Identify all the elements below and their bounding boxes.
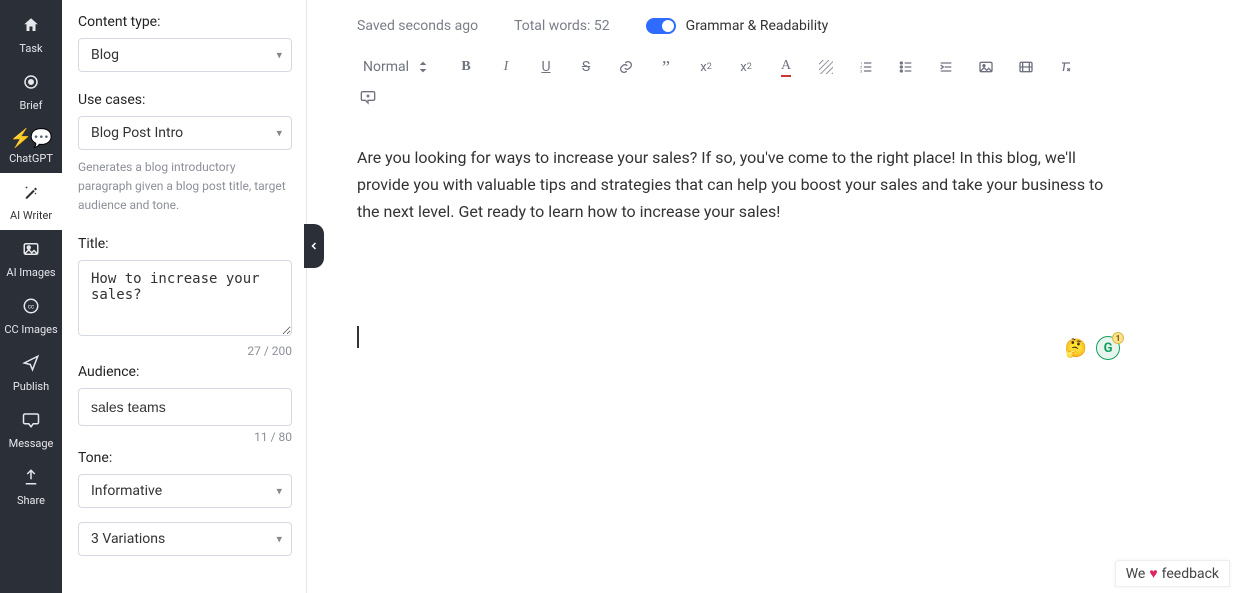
title-label: Title:	[78, 236, 292, 252]
use-cases-select[interactable]: Blog Post Intro	[78, 116, 292, 150]
rail-label: ChatGPT	[9, 152, 53, 165]
bolt-chat-icon: ⚡💬	[10, 130, 53, 148]
home-icon	[22, 16, 40, 38]
audience-count: 11 / 80	[78, 430, 292, 444]
rail-item-ai-writer[interactable]: AI Writer	[0, 173, 62, 230]
rail-item-task[interactable]: Task	[0, 6, 62, 63]
strikethrough-button[interactable]: S	[575, 56, 597, 78]
status-bar: Saved seconds ago Total words: 52 Gramma…	[357, 18, 1198, 34]
rail-label: CC Images	[4, 323, 57, 336]
rail-label: Brief	[20, 99, 43, 112]
tone-label: Tone:	[78, 450, 292, 466]
content-type-label: Content type:	[78, 14, 292, 30]
heart-icon: ♥	[1149, 565, 1157, 582]
chat-icon	[22, 411, 40, 433]
editor-toolbar: Normal B I U S ” x2 x2 A 123	[357, 56, 1198, 78]
upload-icon	[22, 468, 40, 490]
variations-select[interactable]: 3 Variations	[78, 522, 292, 556]
rail-item-message[interactable]: Message	[0, 401, 62, 458]
heading-select[interactable]: Normal	[357, 56, 437, 78]
audience-label: Audience:	[78, 364, 292, 380]
editor-content[interactable]: Are you looking for ways to increase you…	[357, 144, 1117, 226]
rail-label: Publish	[13, 380, 49, 393]
rail-item-share[interactable]: Share	[0, 458, 62, 515]
feedback-button[interactable]: We ♥ feedback	[1115, 560, 1230, 587]
superscript-button[interactable]: x2	[735, 56, 757, 78]
floating-badges: 🤔 G 1	[1064, 336, 1120, 360]
clear-format-button[interactable]	[1055, 56, 1077, 78]
word-count: Total words: 52	[514, 18, 610, 34]
svg-text:3: 3	[860, 68, 862, 73]
rail-label: AI Images	[6, 266, 55, 279]
wand-icon	[22, 183, 40, 205]
ordered-list-button[interactable]: 123	[855, 56, 877, 78]
toggle-switch-icon	[646, 18, 676, 34]
rail-label: AI Writer	[10, 209, 52, 222]
use-cases-label: Use cases:	[78, 92, 292, 108]
svg-text:cc: cc	[28, 303, 34, 310]
video-button[interactable]	[1015, 56, 1037, 78]
thinking-face-icon[interactable]: 🤔	[1064, 336, 1088, 360]
config-panel: Content type: Blog Use cases: Blog Post …	[62, 0, 307, 593]
target-icon	[22, 73, 40, 95]
rail-item-publish[interactable]: Publish	[0, 344, 62, 401]
grammar-toggle[interactable]: Grammar & Readability	[646, 18, 829, 34]
rail-label: Task	[19, 42, 42, 55]
editor-toolbar-row2	[357, 86, 1198, 108]
cc-icon: cc	[22, 297, 40, 319]
chevron-left-icon	[308, 237, 320, 256]
rail-label: Share	[17, 494, 45, 507]
send-icon	[22, 354, 40, 376]
rail-label: Message	[9, 437, 54, 450]
rail-item-ai-images[interactable]: AI Images	[0, 230, 62, 287]
highlight-button[interactable]	[815, 56, 837, 78]
grammarly-count: 1	[1112, 332, 1124, 344]
underline-button[interactable]: U	[535, 56, 557, 78]
saved-status: Saved seconds ago	[357, 18, 478, 34]
italic-button[interactable]: I	[495, 56, 517, 78]
text-color-button[interactable]: A	[775, 56, 797, 78]
add-comment-button[interactable]	[357, 86, 379, 108]
rail-item-cc-images[interactable]: cc CC Images	[0, 287, 62, 344]
tone-select[interactable]: Informative	[78, 474, 292, 508]
indent-button[interactable]	[935, 56, 957, 78]
rail-item-brief[interactable]: Brief	[0, 63, 62, 120]
quote-button[interactable]: ”	[655, 56, 677, 78]
toggle-label: Grammar & Readability	[686, 18, 829, 34]
audience-input[interactable]	[78, 388, 292, 426]
link-button[interactable]	[615, 56, 637, 78]
title-input[interactable]	[78, 260, 292, 336]
rail-item-chatgpt[interactable]: ⚡💬 ChatGPT	[0, 120, 62, 173]
image-button[interactable]	[975, 56, 997, 78]
text-cursor	[357, 326, 359, 348]
picture-icon	[22, 240, 40, 262]
grammarly-badge[interactable]: G 1	[1096, 336, 1120, 360]
chevron-updown-icon	[415, 59, 431, 75]
unordered-list-button[interactable]	[895, 56, 917, 78]
use-cases-description: Generates a blog introductory paragraph …	[78, 158, 292, 216]
subscript-button[interactable]: x2	[695, 56, 717, 78]
nav-rail: Task Brief ⚡💬 ChatGPT AI Writer AI Image…	[0, 0, 62, 593]
editor-area: Saved seconds ago Total words: 52 Gramma…	[307, 0, 1238, 593]
title-count: 27 / 200	[78, 344, 292, 358]
collapse-panel-button[interactable]	[304, 224, 324, 268]
bold-button[interactable]: B	[455, 56, 477, 78]
content-type-select[interactable]: Blog	[78, 38, 292, 72]
